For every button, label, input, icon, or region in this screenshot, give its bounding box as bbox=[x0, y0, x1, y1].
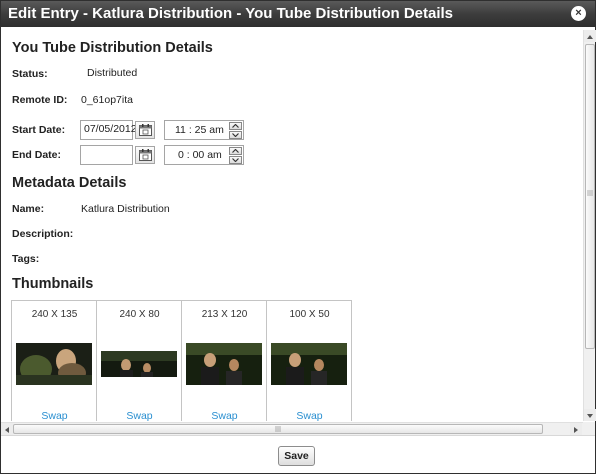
scroll-left-button[interactable] bbox=[1, 423, 13, 435]
end-time-up-button[interactable] bbox=[229, 147, 242, 155]
chevron-down-icon bbox=[232, 158, 239, 162]
thumbnails-heading: Thumbnails bbox=[12, 276, 94, 292]
calendar-icon bbox=[139, 149, 152, 161]
thumbnail-size: 213 X 120 bbox=[201, 309, 248, 320]
end-time-stepper[interactable]: 0 : 00 am bbox=[164, 145, 244, 165]
thumbnail-size: 100 X 50 bbox=[289, 309, 330, 320]
thumbnail-item: 100 X 50 Swap bbox=[267, 301, 352, 421]
close-icon[interactable]: × bbox=[571, 6, 586, 21]
start-date-field[interactable]: 07/05/2012 bbox=[80, 120, 137, 140]
dialog-title: Edit Entry - Katlura Distribution - You … bbox=[8, 5, 454, 22]
chevron-up-icon bbox=[232, 124, 239, 128]
thumbnail-image bbox=[186, 343, 262, 385]
swap-link[interactable]: Swap bbox=[182, 410, 267, 421]
scroll-up-arrow-icon bbox=[587, 35, 593, 39]
metadata-heading: Metadata Details bbox=[12, 175, 127, 191]
tags-label: Tags: bbox=[12, 253, 40, 265]
status-label: Status: bbox=[12, 68, 48, 80]
thumbnail-item: 240 X 135 Swap bbox=[12, 301, 97, 421]
end-date-label: End Date: bbox=[12, 149, 62, 161]
end-time-value: 0 : 00 am bbox=[178, 149, 222, 161]
distribution-heading: You Tube Distribution Details bbox=[12, 40, 213, 56]
swap-link[interactable]: Swap bbox=[267, 410, 352, 421]
start-time-value: 11 : 25 am bbox=[175, 124, 224, 136]
remote-id-label: Remote ID: bbox=[12, 94, 68, 106]
start-time-stepper[interactable]: 11 : 25 am bbox=[164, 120, 244, 140]
start-time-down-button[interactable] bbox=[229, 131, 242, 139]
end-date-calendar-button[interactable] bbox=[135, 146, 155, 164]
scroll-down-button[interactable] bbox=[584, 409, 596, 421]
horizontal-scrollbar[interactable] bbox=[1, 422, 583, 435]
thumbnail-item: 213 X 120 Swap bbox=[182, 301, 267, 421]
start-date-label: Start Date: bbox=[12, 124, 66, 136]
calendar-icon bbox=[139, 124, 152, 136]
end-date-field[interactable] bbox=[80, 145, 133, 165]
scrollbar-corner bbox=[583, 422, 595, 435]
scroll-down-arrow-icon bbox=[587, 414, 593, 418]
horizontal-scroll-thumb[interactable] bbox=[13, 424, 543, 434]
thumbnail-image bbox=[16, 343, 92, 385]
start-time-up-button[interactable] bbox=[229, 122, 242, 130]
chevron-up-icon bbox=[232, 149, 239, 153]
thumbnails-grid: 240 X 135 Swap 240 X 80 Swap 213 X 120 S… bbox=[11, 300, 352, 421]
footer-divider bbox=[1, 435, 595, 436]
vertical-scroll-thumb[interactable] bbox=[585, 44, 595, 349]
swap-link[interactable]: Swap bbox=[97, 410, 182, 421]
chevron-down-icon bbox=[232, 133, 239, 137]
swap-link[interactable]: Swap bbox=[12, 410, 97, 421]
scroll-right-button[interactable] bbox=[570, 423, 582, 435]
thumbnail-item: 240 X 80 Swap bbox=[97, 301, 182, 421]
thumbnail-image bbox=[101, 351, 177, 377]
dialog-content: You Tube Distribution Details Status: Di… bbox=[1, 28, 581, 421]
status-value: Distributed bbox=[87, 67, 138, 79]
dialog-titlebar: Edit Entry - Katlura Distribution - You … bbox=[1, 1, 595, 27]
name-value: Katlura Distribution bbox=[81, 203, 170, 215]
description-label: Description: bbox=[12, 228, 74, 240]
scroll-up-button[interactable] bbox=[584, 30, 596, 42]
end-time-down-button[interactable] bbox=[229, 156, 242, 164]
remote-id-value: 0_61op7ita bbox=[81, 94, 133, 106]
start-date-calendar-button[interactable] bbox=[135, 121, 155, 139]
vertical-scrollbar[interactable] bbox=[583, 30, 596, 421]
name-label: Name: bbox=[12, 203, 45, 215]
edit-entry-dialog: Edit Entry - Katlura Distribution - You … bbox=[0, 0, 596, 474]
thumbnail-size: 240 X 135 bbox=[31, 309, 78, 320]
thumbnail-image bbox=[271, 343, 347, 385]
save-button[interactable]: Save bbox=[278, 446, 315, 466]
thumbnail-size: 240 X 80 bbox=[119, 309, 160, 320]
